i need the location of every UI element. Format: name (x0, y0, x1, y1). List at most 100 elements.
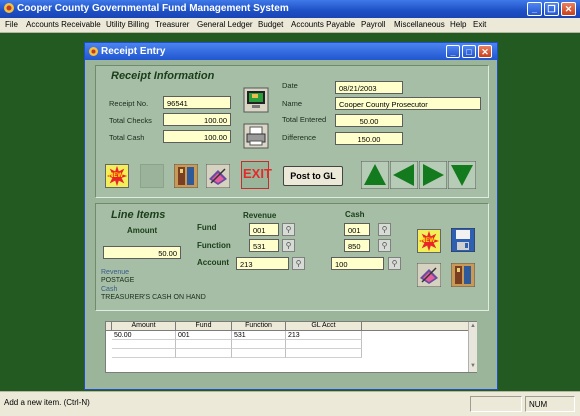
child-close-button[interactable]: ✕ (478, 45, 492, 58)
menu-payroll[interactable]: Payroll (361, 20, 385, 29)
status-num-indicator: NUM (525, 396, 575, 412)
cash-account-search-icon[interactable]: ⚲ (388, 257, 401, 270)
blank-button[interactable] (140, 164, 164, 188)
amount-field[interactable]: 50.00 (103, 246, 181, 259)
new-line-item-button[interactable]: NEW (417, 229, 441, 253)
minimize-button[interactable]: _ (527, 2, 542, 16)
grid-header-amount[interactable]: Amount (112, 322, 176, 331)
revenue-fund-field[interactable]: 001 (249, 223, 279, 236)
close-button[interactable]: ✕ (561, 2, 576, 16)
revenue-function-search-icon[interactable]: ⚲ (282, 239, 295, 252)
receipt-entry-titlebar: Receipt Entry _ □ ✕ (85, 43, 497, 60)
name-label: Name (282, 99, 303, 108)
new-receipt-button[interactable]: NEW (105, 164, 129, 188)
last-record-icon[interactable] (448, 161, 476, 189)
first-record-icon[interactable] (361, 161, 389, 189)
name-field[interactable]: Cooper County Prosecutor (335, 97, 481, 110)
revenue-fund-search-icon[interactable]: ⚲ (282, 223, 295, 236)
menu-exit[interactable]: Exit (473, 20, 486, 29)
fund-label: Fund (197, 223, 217, 232)
total-cash-field[interactable]: 100.00 (163, 130, 231, 143)
cash-description: TREASURER'S CASH ON HAND (101, 294, 206, 301)
grid-empty-cell[interactable] (112, 340, 176, 349)
difference-label: Difference (282, 133, 317, 142)
revenue-description: POSTAGE (101, 277, 135, 284)
grid-empty-cell[interactable] (176, 340, 232, 349)
printer-icon[interactable] (243, 123, 269, 149)
app-titlebar: Cooper County Governmental Fund Manageme… (0, 0, 580, 18)
total-entered-field[interactable]: 50.00 (335, 114, 403, 127)
cash-fund-field[interactable]: 001 (344, 223, 370, 236)
cash-function-search-icon[interactable]: ⚲ (378, 239, 391, 252)
total-checks-label: Total Checks (109, 116, 152, 125)
grid-empty-cell[interactable] (232, 349, 286, 358)
line-items-grid[interactable]: Amount Fund Function GL Acct 50.00 001 5… (105, 321, 477, 373)
delete-line-item-icon[interactable] (451, 263, 475, 287)
menu-miscellaneous[interactable]: Miscellaneous (394, 20, 445, 29)
revenue-account-search-icon[interactable]: ⚲ (292, 257, 305, 270)
new-line-button-label: NEW (421, 238, 435, 244)
post-to-gl-button[interactable]: Post to GL (283, 166, 343, 186)
monitor-icon[interactable] (243, 87, 269, 113)
grid-empty-cell[interactable] (112, 349, 176, 358)
cash-function-field[interactable]: 850 (344, 239, 370, 252)
menu-general-ledger[interactable]: General Ledger (197, 20, 253, 29)
status-panel-blank (470, 396, 522, 412)
child-maximize-button[interactable]: □ (462, 45, 476, 58)
total-checks-field[interactable]: 100.00 (163, 113, 231, 126)
cash-desc-label: Cash (101, 286, 118, 293)
revenue-label: Revenue (243, 211, 277, 220)
scroll-down-icon[interactable]: ▼ (470, 363, 476, 369)
grid-empty-cell[interactable] (176, 349, 232, 358)
menu-budget[interactable]: Budget (258, 20, 283, 29)
grid-header-fund[interactable]: Fund (176, 322, 232, 331)
grid-header-function[interactable]: Function (232, 322, 286, 331)
grid-cell-function[interactable]: 531 (232, 331, 286, 340)
previous-record-icon[interactable] (390, 161, 418, 189)
grid-vertical-scrollbar[interactable]: ▲ ▼ (468, 322, 477, 372)
status-message: Add a new item. (Ctrl-N) (4, 398, 90, 407)
app-icon (4, 3, 14, 13)
cash-account-field[interactable]: 100 (331, 257, 384, 270)
receipt-entry-title: Receipt Entry (101, 46, 166, 57)
grid-empty-cell[interactable] (286, 340, 362, 349)
total-entered-label: Total Entered (282, 115, 327, 124)
date-label: Date (282, 81, 298, 90)
line-items-heading: Line Items (111, 209, 166, 221)
child-minimize-button[interactable]: _ (446, 45, 460, 58)
menu-treasurer[interactable]: Treasurer (155, 20, 189, 29)
receipt-info-heading: Receipt Information (111, 70, 215, 82)
next-record-icon[interactable] (419, 161, 447, 189)
menu-accounts-payable[interactable]: Accounts Payable (291, 20, 355, 29)
grid-cell-amount[interactable]: 50.00 (112, 331, 176, 340)
exit-button[interactable]: EXIT (241, 161, 272, 189)
menu-file[interactable]: File (5, 20, 18, 29)
revenue-account-field[interactable]: 213 (236, 257, 289, 270)
cash-fund-search-icon[interactable]: ⚲ (378, 223, 391, 236)
grid-cell-gl-acct[interactable]: 213 (286, 331, 362, 340)
new-button-label: NEW (109, 173, 123, 179)
delete-receipt-icon[interactable] (174, 164, 198, 188)
grid-empty-cell[interactable] (286, 349, 362, 358)
menubar: File Accounts Receivable Utility Billing… (0, 18, 580, 33)
save-line-item-icon[interactable] (451, 228, 475, 252)
receipt-no-field[interactable]: 96541 (163, 96, 231, 109)
receipt-no-label: Receipt No. (109, 99, 149, 108)
account-label: Account (197, 258, 229, 267)
menu-accounts-receivable[interactable]: Accounts Receivable (26, 20, 101, 29)
revenue-function-field[interactable]: 531 (249, 239, 279, 252)
grid-empty-cell[interactable] (232, 340, 286, 349)
exit-button-label: EXIT (243, 166, 272, 181)
scroll-up-icon[interactable]: ▲ (470, 323, 476, 329)
edit-receipt-icon[interactable] (206, 164, 230, 188)
grid-cell-fund[interactable]: 001 (176, 331, 232, 340)
menu-utility-billing[interactable]: Utility Billing (106, 20, 149, 29)
edit-line-item-icon[interactable] (417, 263, 441, 287)
cash-label: Cash (345, 210, 365, 219)
difference-field[interactable]: 150.00 (335, 132, 403, 145)
receipt-entry-window: Receipt Entry _ □ ✕ Receipt Information … (84, 42, 498, 390)
date-field[interactable]: 08/21/2003 (335, 81, 403, 94)
restore-button[interactable]: ❐ (544, 2, 559, 16)
grid-header-gl-acct[interactable]: GL Acct (286, 322, 362, 331)
menu-help[interactable]: Help (450, 20, 466, 29)
